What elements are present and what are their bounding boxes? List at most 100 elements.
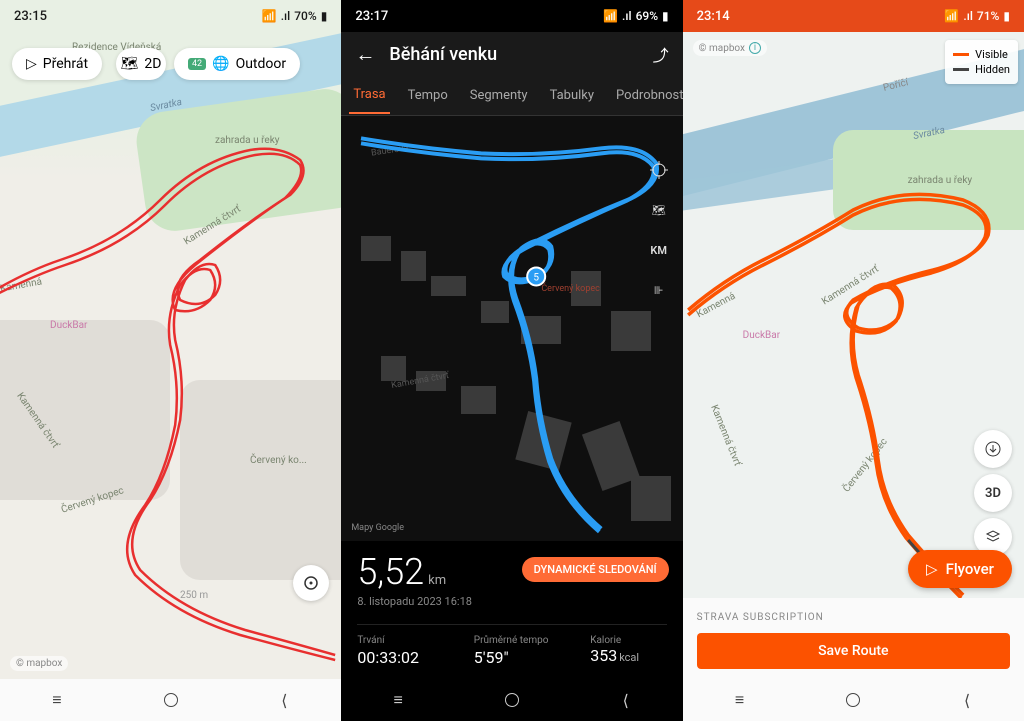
home-button[interactable]	[159, 688, 183, 712]
play-label: Přehrát	[43, 56, 88, 72]
map-label: Kamenná	[695, 291, 737, 321]
recents-button[interactable]: ≡	[728, 688, 752, 712]
mode-2d-button[interactable]: 🗺 2D	[116, 48, 166, 80]
crosshair-icon	[301, 573, 321, 593]
activity-date: 8. listopadu 2023 16:18	[357, 595, 666, 608]
map-area[interactable]: Bauerova Kamenná čtvrť Červený kopec 5 🗺…	[341, 116, 682, 541]
app-header: ← Běhání venku ⤴	[341, 32, 682, 76]
tab-tempo[interactable]: Tempo	[404, 78, 452, 113]
map-label: Červený kopec	[841, 436, 890, 494]
dynamic-tracking-button[interactable]: DYNAMICKÉ SLEDOVÁNÍ	[522, 557, 669, 582]
wifi-icon: 📶	[262, 9, 277, 23]
recents-button[interactable]: ≡	[45, 688, 69, 712]
android-navbar: ≡ ⟨	[341, 679, 682, 721]
map-background[interactable]: Rezidence Vídeňská Svratka zahrada u řek…	[0, 0, 341, 721]
sliders-icon: ⊪	[654, 284, 664, 297]
outdoor-button[interactable]: 42 🌐 Outdoor	[174, 48, 300, 80]
map-label: Červený ko...	[250, 455, 307, 466]
battery-icon: ▮	[1003, 9, 1010, 23]
layers-icon	[985, 529, 1001, 545]
route-badge: 42	[188, 58, 206, 70]
status-bar: 23:14 📶 .ıl 71% ▮	[683, 0, 1024, 32]
battery-icon: ▮	[321, 9, 328, 23]
globe-icon: 🌐	[212, 56, 229, 72]
status-icons: 📶 .ıl 71% ▮	[944, 9, 1010, 23]
map-label: zahrada u řeky	[215, 135, 280, 146]
share-icon[interactable]: ⤴	[653, 42, 669, 66]
info-icon[interactable]: i	[749, 42, 761, 54]
metric-value: 5'59"	[474, 648, 550, 667]
stats-panel: 5,52 km DYNAMICKÉ SLEDOVÁNÍ 8. listopadu …	[341, 541, 682, 679]
metric-calories: Kalorie 353kcal	[590, 635, 666, 667]
mode-2d-label: 2D	[144, 56, 161, 72]
map-layers-icon: 🗺	[652, 204, 666, 217]
home-button[interactable]	[841, 688, 865, 712]
play-icon: ▷	[26, 56, 37, 72]
map-label-poi: DuckBar	[743, 330, 780, 341]
status-icons: 📶 .ıl 69% ▮	[603, 9, 669, 23]
download-icon	[985, 441, 1001, 457]
legend-visible-swatch	[953, 53, 969, 56]
android-navbar: ≡ ⟨	[683, 679, 1024, 721]
tab-tabulky[interactable]: Tabulky	[546, 78, 598, 113]
back-button[interactable]: ⟨	[272, 688, 296, 712]
outdoor-label: Outdoor	[236, 56, 287, 72]
distance-value: 5,52	[357, 551, 424, 593]
back-button[interactable]: ⟨	[955, 688, 979, 712]
save-route-button[interactable]: Save Route	[697, 633, 1010, 669]
map-label: Červený kopec	[541, 284, 600, 294]
km-marker: 5	[534, 272, 540, 283]
map-scale: 250 m	[180, 590, 208, 601]
map-label-poi: DuckBar	[50, 320, 87, 331]
km-toggle[interactable]: KM	[645, 236, 673, 264]
crosshair-icon	[650, 161, 668, 179]
tab-podrobnosti[interactable]: Podrobnosti	[612, 78, 683, 113]
tab-segmenty[interactable]: Segmenty	[466, 78, 532, 113]
battery-text: 69%	[636, 9, 658, 23]
wifi-icon: 📶	[603, 9, 618, 23]
map-label: zahrada u řeky	[908, 175, 973, 186]
metric-label: Trvání	[357, 635, 433, 646]
map-label: Kamenná	[0, 276, 43, 294]
signal-icon: .ıl	[281, 9, 291, 23]
mode-3d-button[interactable]: 3D	[974, 474, 1012, 512]
mapbox-attribution: © mapbox i	[693, 40, 767, 56]
status-bar: 23:15 📶 .ıl 70% ▮	[0, 0, 341, 32]
distance-unit: km	[428, 573, 446, 588]
metric-label: Kalorie	[590, 635, 666, 646]
map-label: Kamenná čtvrť	[820, 264, 881, 308]
status-bar: 23:17 📶 .ıl 69% ▮	[341, 0, 682, 32]
download-button[interactable]	[974, 430, 1012, 468]
route-legend: Visible Hidden	[945, 40, 1018, 84]
legend-hidden-label: Hidden	[975, 63, 1010, 76]
map-icon: 🗺	[121, 56, 139, 72]
recents-button[interactable]: ≡	[386, 688, 410, 712]
strava-activity-panel: Rezidence Vídeňská Svratka zahrada u řek…	[0, 0, 341, 721]
google-attribution: Mapy Google	[351, 523, 404, 533]
battery-icon: ▮	[662, 9, 669, 23]
settings-button[interactable]: ⊪	[645, 276, 673, 304]
android-navbar: ≡ ⟨	[0, 679, 341, 721]
metric-label: Průměrné tempo	[474, 635, 550, 646]
locate-button[interactable]	[645, 156, 673, 184]
map-label: Kamenná čtvrť	[708, 403, 743, 467]
back-button[interactable]: ⟨	[614, 688, 638, 712]
home-button[interactable]	[500, 688, 524, 712]
back-arrow-icon[interactable]: ←	[355, 42, 375, 67]
map-label: Bauerova	[371, 143, 409, 158]
mapbox-attribution: © mapbox	[10, 656, 68, 671]
metric-value: 00:33:02	[357, 648, 433, 667]
layers-button[interactable]: 🗺	[645, 196, 673, 224]
metric-value: 353	[590, 646, 617, 665]
play-button[interactable]: ▷ Přehrát	[12, 48, 102, 80]
status-time: 23:14	[697, 9, 730, 24]
tab-bar: Trasa Tempo Segmenty Tabulky Podrobnosti	[341, 76, 682, 116]
signal-icon: .ıl	[622, 9, 632, 23]
flyover-button[interactable]: ▷ Flyover	[908, 550, 1012, 588]
signal-icon: .ıl	[963, 9, 973, 23]
activity-title: Běhání venku	[389, 44, 638, 65]
strava-route-panel: Poříčí Svratka zahrada u řeky Kamenná Ka…	[683, 0, 1024, 721]
metric-pace: Průměrné tempo 5'59"	[474, 635, 550, 667]
wifi-icon: 📶	[944, 9, 959, 23]
tab-trasa[interactable]: Trasa	[349, 77, 389, 114]
